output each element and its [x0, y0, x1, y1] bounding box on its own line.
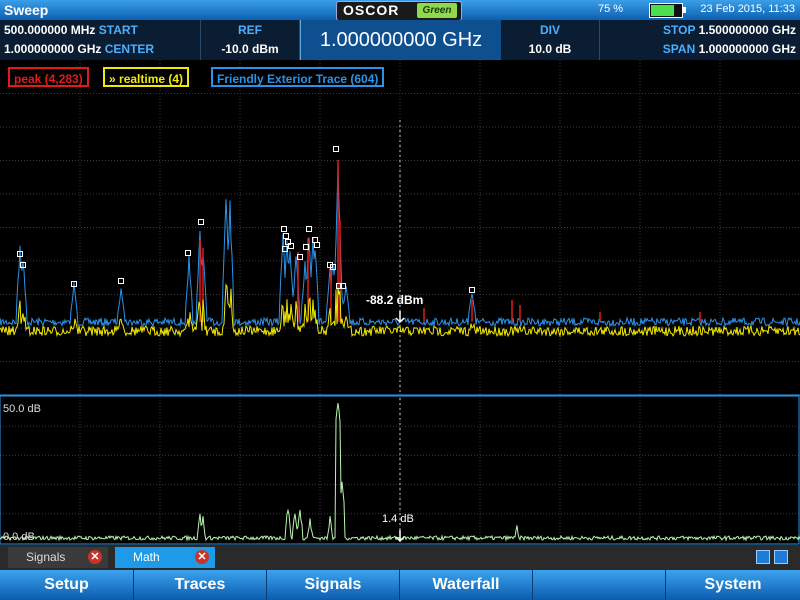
stop-row: STOP 1.500000000 GHz [663, 23, 796, 41]
ref-value: -10.0 dBm [221, 42, 279, 56]
start-value: 500.000000 MHz [4, 23, 96, 37]
menu-traces[interactable]: Traces [134, 570, 267, 600]
legend-realtime-label: realtime (4) [119, 72, 184, 86]
tab-signals-label: Signals [26, 550, 66, 564]
signal-marker[interactable] [118, 278, 124, 284]
battery-percent: 75 % [598, 3, 624, 15]
signal-marker[interactable] [198, 219, 204, 225]
close-icon[interactable]: ✕ [88, 550, 102, 564]
window-title: Sweep [4, 2, 49, 18]
menu-waterfall[interactable]: Waterfall [400, 570, 533, 600]
signal-markers [17, 146, 475, 293]
stop-value: 1.500000000 GHz [698, 23, 796, 37]
start-label: START [98, 23, 138, 37]
menu-signals[interactable]: Signals [267, 570, 400, 600]
title-bar: Sweep OSCOR Green 75 % 23 Feb 2015, 11:3… [0, 0, 800, 21]
math-scale-bottom: 0.0 dB [3, 531, 35, 543]
legend-realtime-icon: » [109, 72, 116, 86]
logo-badge: Green [417, 3, 457, 18]
tab-math[interactable]: Math ✕ [115, 547, 215, 568]
div-value: 10.0 dB [528, 42, 572, 56]
peak-trace [199, 160, 701, 322]
oscor-logo: OSCOR Green [336, 1, 462, 21]
center-label: CENTER [104, 42, 155, 56]
tab-signals[interactable]: Signals ✕ [8, 547, 108, 568]
legend-friendly-label: Friendly Exterior Trace (604) [217, 72, 379, 86]
span-label: SPAN [662, 42, 696, 56]
signal-marker[interactable] [283, 233, 289, 239]
save-icon[interactable] [774, 550, 788, 564]
bottom-menu: Setup Traces Signals Waterfall System [0, 570, 800, 600]
menu-system[interactable]: System [666, 570, 800, 600]
legend-friendly[interactable]: Friendly Exterior Trace (604) [211, 67, 385, 87]
div-panel[interactable]: DIV 10.0 dB [501, 20, 600, 60]
logo-text: OSCOR [343, 2, 400, 18]
battery-icon [649, 3, 686, 18]
legend-peak-label: peak (4,283) [14, 72, 83, 86]
signal-marker[interactable] [333, 146, 339, 152]
signal-marker[interactable] [185, 250, 191, 256]
list-view-icon[interactable] [756, 550, 770, 564]
start-row: 500.000000 MHz START [4, 23, 138, 41]
center-frequency-display[interactable]: 1.000000000 GHz [300, 20, 502, 60]
battery-fill [651, 5, 674, 16]
start-center-panel[interactable]: 500.000000 MHz START 1.000000000 GHz CEN… [0, 20, 201, 60]
math-marker-readout: 1.4 dB [382, 513, 414, 525]
ref-panel[interactable]: REF -10.0 dBm [201, 20, 300, 60]
marker-readout: -88.2 dBm [366, 293, 423, 307]
span-value: 1.000000000 GHz [698, 42, 796, 56]
span-row: SPAN 1.000000000 GHz [663, 42, 796, 60]
legend-realtime[interactable]: » realtime (4) [103, 67, 190, 87]
battery-nub [683, 7, 686, 13]
ref-label: REF [238, 23, 262, 37]
div-label: DIV [539, 23, 560, 37]
menu-setup[interactable]: Setup [0, 570, 134, 600]
close-icon[interactable]: ✕ [195, 550, 209, 564]
signal-marker[interactable] [314, 242, 320, 248]
math-scale-top: 50.0 dB [3, 403, 41, 415]
stop-label: STOP [663, 23, 696, 37]
center-row: 1.000000000 GHz CENTER [4, 42, 154, 60]
signal-marker[interactable] [469, 287, 475, 293]
legend-peak[interactable]: peak (4,283) [8, 67, 89, 87]
spectrum-display[interactable]: -88.2 dBm 50.0 dB 0.0 dB 1.4 dB [0, 60, 800, 545]
tab-math-label: Math [133, 550, 160, 564]
tab-strip: Signals ✕ Math ✕ [0, 545, 800, 570]
date-time: 23 Feb 2015, 11:33 [700, 3, 795, 15]
menu-empty-slot[interactable] [533, 570, 666, 600]
center-value: 1.000000000 GHz [4, 42, 102, 56]
stop-span-panel[interactable]: STOP 1.500000000 GHz SPAN 1.000000000 GH… [600, 20, 800, 60]
